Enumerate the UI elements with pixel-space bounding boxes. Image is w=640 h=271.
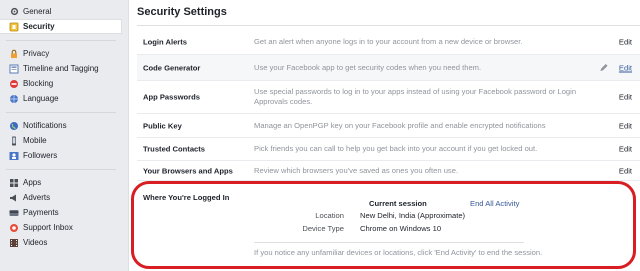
blocking-icon bbox=[9, 79, 19, 89]
row-description: Pick friends you can call to help you ge… bbox=[254, 144, 538, 153]
row-description: Get an alert when anyone logs in to your… bbox=[254, 37, 523, 46]
row-description: Manage an OpenPGP key on your Facebook p… bbox=[254, 120, 546, 130]
sidebar-item-label: Followers bbox=[23, 151, 58, 160]
divider bbox=[137, 25, 640, 26]
settings-sidebar: General Security Privacy Timeline and Taggi… bbox=[0, 0, 122, 271]
sidebar-item-videos[interactable]: Videos bbox=[0, 235, 122, 250]
edit-link[interactable]: Edit bbox=[619, 121, 632, 130]
followers-icon bbox=[9, 151, 19, 161]
globe-icon bbox=[9, 121, 19, 131]
timeline-icon bbox=[9, 64, 19, 74]
sidebar-item-label: General bbox=[23, 7, 52, 16]
sidebar-item-label: Language bbox=[23, 94, 59, 103]
row-label: App Passwords bbox=[143, 92, 200, 102]
sidebar-item-label: Adverts bbox=[23, 193, 51, 202]
sidebar-divider bbox=[6, 40, 116, 41]
row-label: Code Generator bbox=[143, 63, 201, 72]
sidebar-item-label: Privacy bbox=[23, 49, 50, 58]
sidebar-item-security[interactable]: Security bbox=[0, 19, 122, 34]
sidebar-item-label: Notifications bbox=[23, 121, 67, 130]
sidebar-item-label: Mobile bbox=[23, 136, 47, 145]
sidebar-divider bbox=[6, 112, 116, 113]
sidebar-item-language[interactable]: Language bbox=[0, 91, 122, 106]
payments-icon bbox=[9, 208, 19, 218]
security-shield-icon bbox=[9, 22, 19, 32]
sidebar-item-label: Support Inbox bbox=[23, 223, 73, 232]
security-settings-panel: Security Settings Login Alerts Get an ale… bbox=[128, 0, 640, 271]
edit-link[interactable]: Edit bbox=[619, 166, 632, 175]
row-label: Public Key bbox=[143, 121, 182, 130]
sidebar-item-general[interactable]: General bbox=[0, 4, 122, 19]
unfamiliar-devices-notice: If you notice any unfamiliar devices or … bbox=[254, 248, 543, 257]
sidebar-item-timeline-and-tagging[interactable]: Timeline and Tagging bbox=[0, 61, 122, 76]
row-description: Use special passwords to log in to your … bbox=[254, 87, 577, 106]
sidebar-item-followers[interactable]: Followers bbox=[0, 148, 122, 163]
sidebar-item-privacy[interactable]: Privacy bbox=[0, 46, 122, 61]
settings-row-your-browsers-and-apps[interactable]: Your Browsers and Apps Review which brows… bbox=[137, 161, 640, 181]
divider bbox=[254, 242, 524, 243]
sidebar-divider bbox=[6, 169, 116, 170]
sidebar-item-label: Security bbox=[23, 22, 55, 31]
edit-link[interactable]: Edit bbox=[619, 63, 632, 72]
device-type-key: Device Type bbox=[302, 224, 344, 233]
apps-icon bbox=[9, 178, 19, 188]
sidebar-item-label: Apps bbox=[23, 178, 42, 187]
location-value: New Delhi, India (Approximate) bbox=[360, 211, 466, 220]
row-label: Login Alerts bbox=[143, 37, 188, 47]
sidebar-item-payments[interactable]: Payments bbox=[0, 205, 122, 220]
adverts-icon bbox=[9, 193, 19, 203]
sidebar-item-label: Videos bbox=[23, 238, 48, 247]
support-icon bbox=[9, 223, 19, 233]
sidebar-item-label: Timeline and Tagging bbox=[23, 64, 99, 73]
where-logged-in-section: Where You're Logged In Current session E… bbox=[137, 186, 640, 271]
settings-row-app-passwords[interactable]: App Passwords Use special passwords to lo… bbox=[137, 81, 640, 114]
edit-link[interactable]: Edit bbox=[619, 93, 632, 102]
location-key: Location bbox=[315, 211, 344, 220]
videos-icon bbox=[9, 238, 19, 248]
sidebar-item-adverts[interactable]: Adverts bbox=[0, 190, 122, 205]
sidebar-item-notifications[interactable]: Notifications bbox=[0, 118, 122, 133]
sidebar-item-apps[interactable]: Apps bbox=[0, 175, 122, 190]
sidebar-item-support-inbox[interactable]: Support Inbox bbox=[0, 220, 122, 235]
edit-link[interactable]: Edit bbox=[619, 145, 632, 154]
settings-row-login-alerts[interactable]: Login Alerts Get an alert when anyone log… bbox=[137, 30, 640, 55]
sidebar-item-blocking[interactable]: Blocking bbox=[0, 76, 122, 91]
privacy-lock-icon bbox=[9, 49, 19, 59]
edit-link[interactable]: Edit bbox=[619, 38, 632, 47]
current-session-heading: Current session bbox=[369, 199, 427, 208]
language-globe-icon bbox=[9, 94, 19, 104]
end-all-activity-link[interactable]: End All Activity bbox=[470, 199, 519, 208]
settings-row-code-generator[interactable]: Code Generator Use your Facebook app to g… bbox=[137, 55, 640, 81]
page-title: Security Settings bbox=[137, 6, 227, 18]
settings-row-trusted-contacts[interactable]: Trusted Contacts Pick friends you can cal… bbox=[137, 138, 640, 161]
sidebar-item-label: Blocking bbox=[23, 79, 54, 88]
row-description: Review which browsers you've saved as on… bbox=[254, 165, 459, 175]
pencil-icon[interactable] bbox=[599, 63, 608, 72]
row-label: Trusted Contacts bbox=[143, 144, 206, 154]
gear-icon bbox=[9, 7, 19, 17]
mobile-icon bbox=[9, 136, 19, 146]
row-description: Use your Facebook app to get security co… bbox=[254, 62, 482, 72]
sidebar-item-mobile[interactable]: Mobile bbox=[0, 133, 122, 148]
logged-in-label: Where You're Logged In bbox=[143, 193, 230, 202]
settings-row-public-key[interactable]: Public Key Manage an OpenPGP key on your … bbox=[137, 114, 640, 138]
row-label: Your Browsers and Apps bbox=[143, 166, 233, 175]
sidebar-item-label: Payments bbox=[23, 208, 59, 217]
device-type-value: Chrome on Windows 10 bbox=[360, 224, 442, 233]
